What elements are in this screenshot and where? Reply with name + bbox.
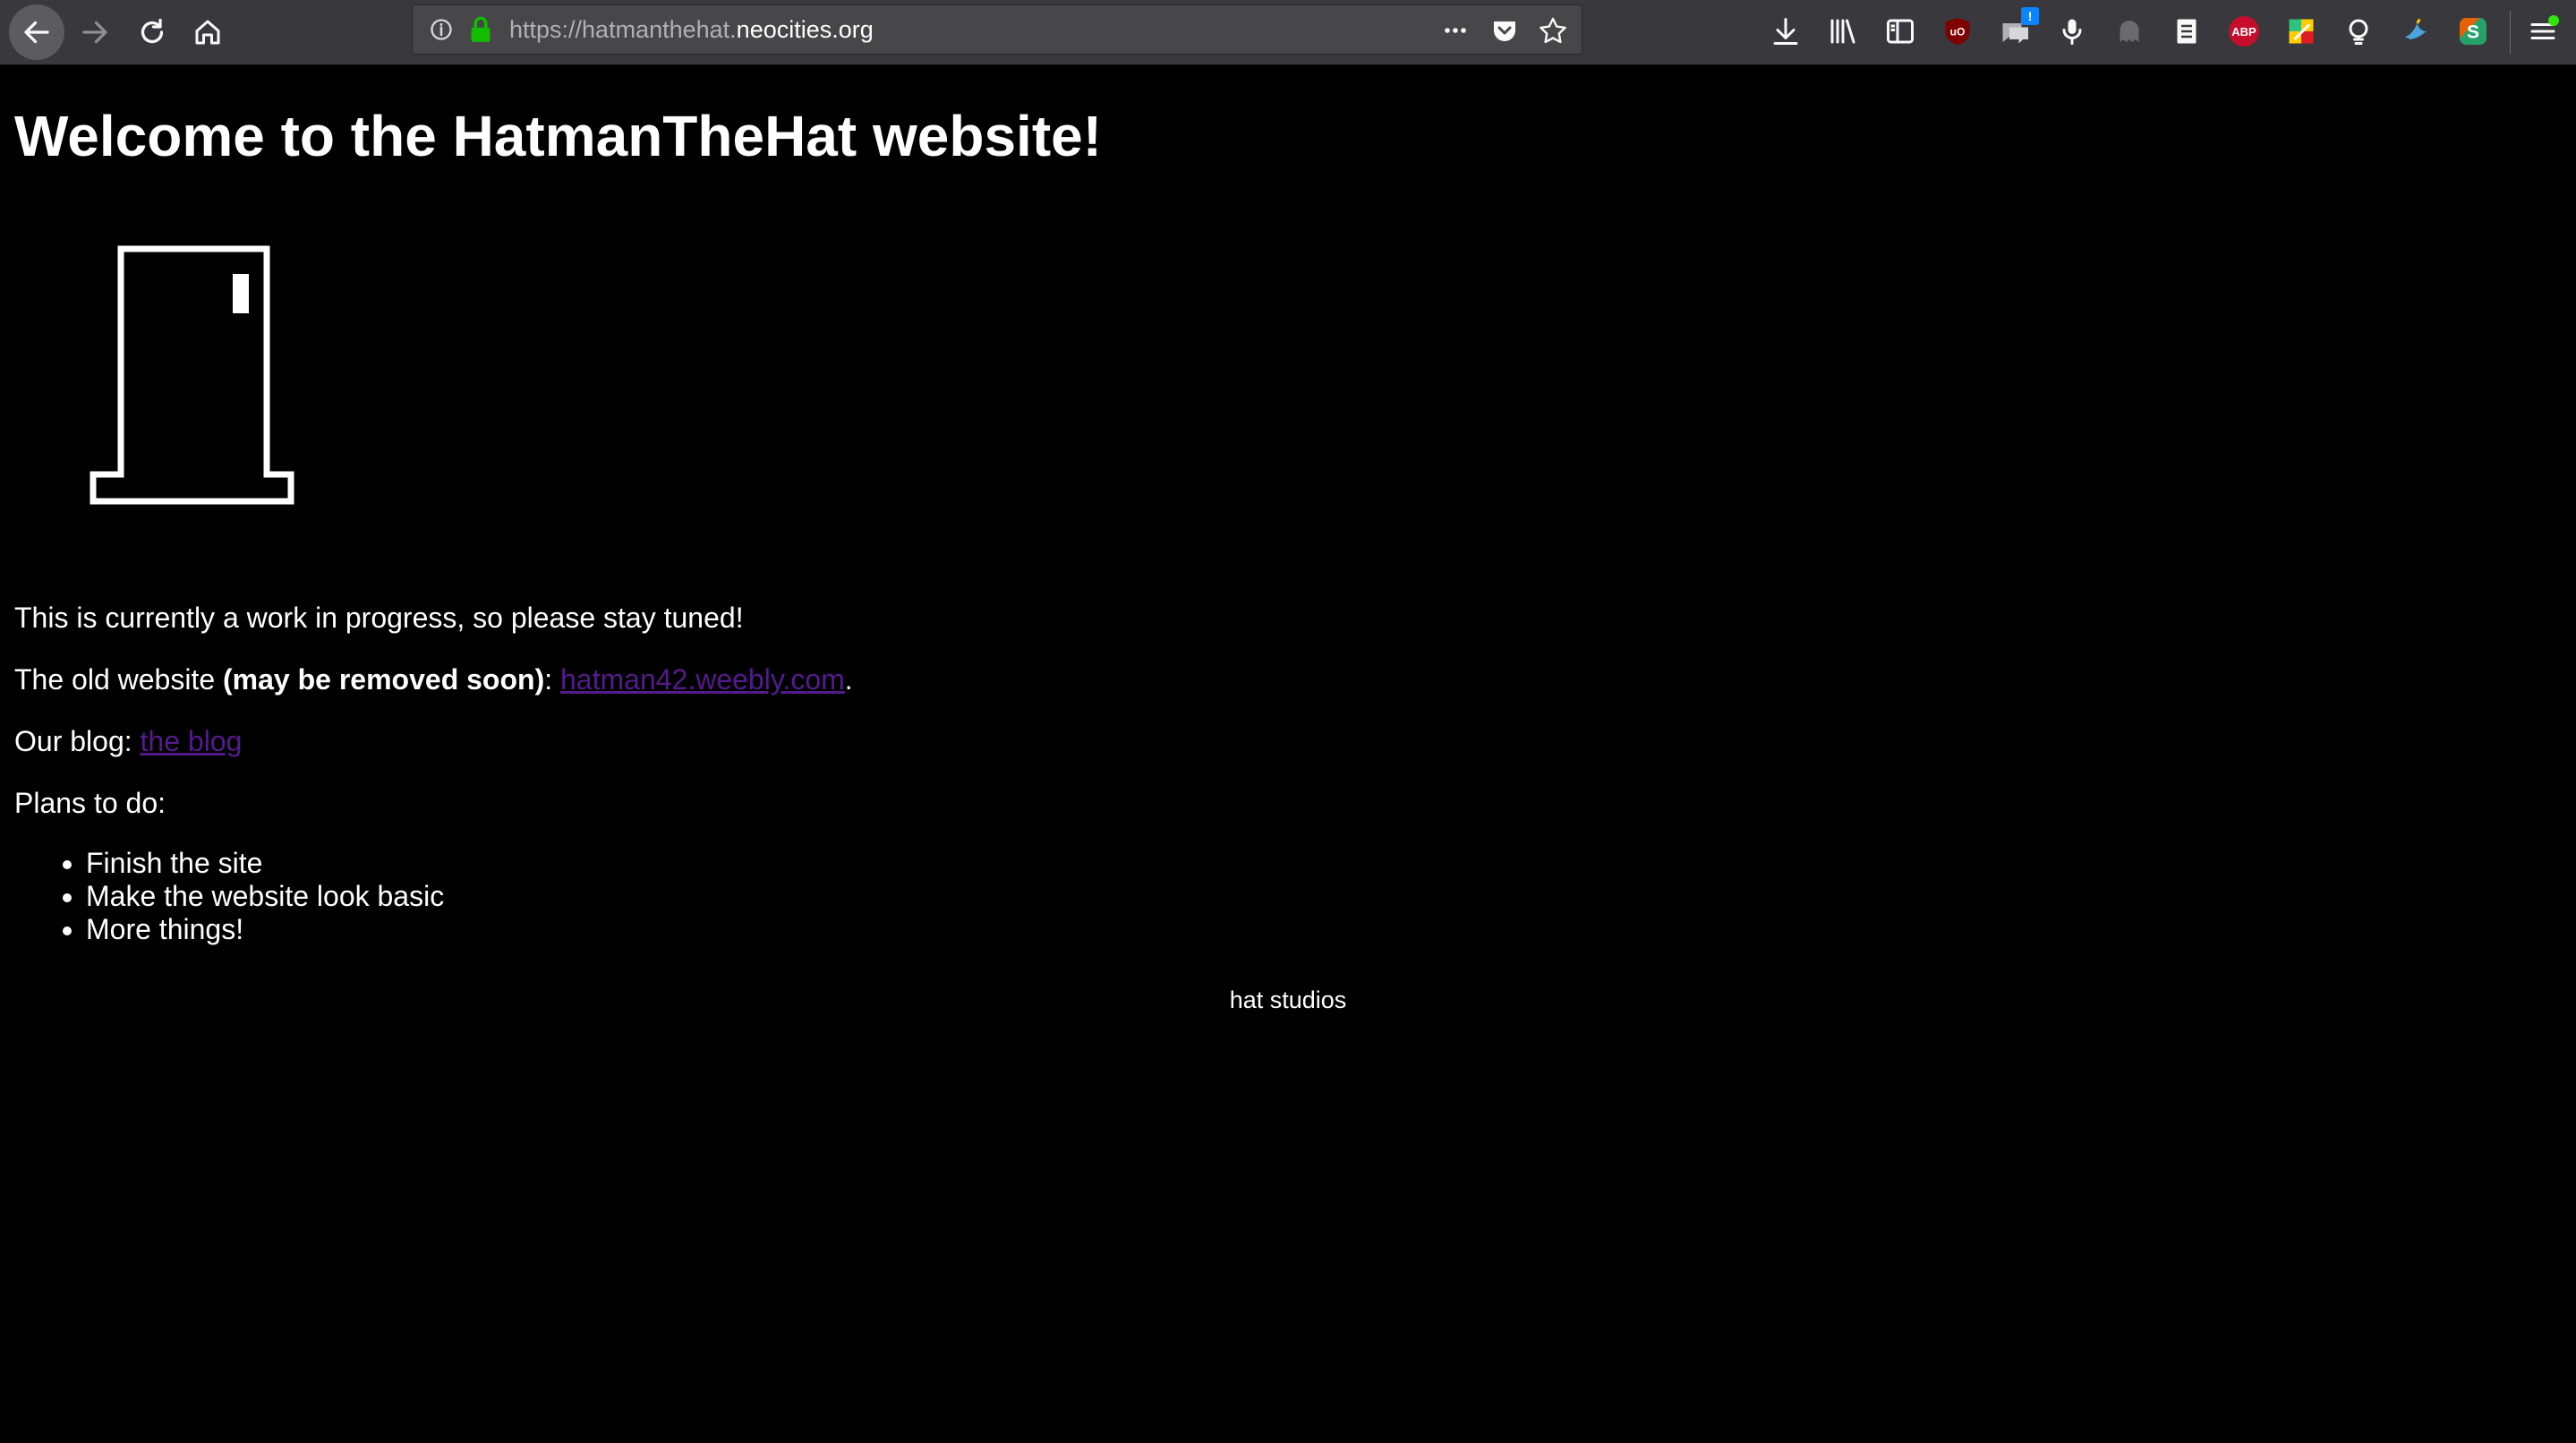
downloads-button[interactable] (1769, 14, 1803, 48)
address-bar[interactable]: https://hatmanthehat.neocities.org (412, 4, 1582, 55)
arrow-right-icon (82, 21, 107, 44)
list-item: Make the website look basic (86, 880, 444, 913)
info-icon[interactable] (429, 17, 454, 42)
old-website-link[interactable]: hatman42.weebly.com (560, 663, 845, 696)
star-icon (1540, 17, 1566, 44)
download-icon (1773, 18, 1798, 45)
plans-list: Finish the site Make the website look ba… (14, 847, 444, 946)
list-item: Finish the site (86, 847, 444, 880)
library-button[interactable] (1826, 14, 1860, 48)
blog-line: Our blog: the blog (14, 723, 242, 759)
ublock-icon: uO (1945, 18, 1970, 45)
abp-icon: ABP (2229, 16, 2259, 47)
svg-text:uO: uO (1950, 26, 1966, 38)
microphone-icon (2062, 19, 2082, 45)
browser-toolbar: https://hatmanthehat.neocities.org uO ! (0, 0, 2576, 65)
ghost-icon (2120, 21, 2139, 42)
url-text[interactable]: https://hatmanthehat.neocities.org (509, 15, 874, 44)
old-website-suffix: . (844, 663, 853, 696)
lightbulb-icon (2349, 19, 2368, 45)
svg-text:S: S (2467, 22, 2479, 43)
toolbar-separator (2510, 11, 2511, 54)
home-icon (195, 20, 220, 45)
lock-icon[interactable] (468, 16, 493, 43)
door-image (90, 245, 294, 505)
notes-extension-button[interactable] (2170, 14, 2204, 48)
back-button[interactable] (9, 4, 64, 60)
color-picker-icon (2289, 19, 2314, 44)
bookmark-star-button[interactable] (1538, 16, 1568, 45)
url-host: neocities.org (736, 16, 874, 43)
ublock-button[interactable]: uO (1941, 14, 1975, 48)
page-title: Welcome to the HatmanTheHat website! (14, 104, 1103, 168)
s-logo-icon: S (2460, 18, 2486, 45)
pocket-icon (1494, 21, 1515, 41)
arrow-left-icon (24, 21, 49, 44)
reload-icon (141, 18, 164, 44)
bird-icon (2405, 18, 2427, 39)
page-content: Welcome to the HatmanTheHat website! Thi… (0, 66, 2576, 1443)
wip-text: This is currently a work in progress, so… (14, 602, 744, 634)
reload-button[interactable] (127, 7, 177, 57)
bird-extension-button[interactable] (2399, 14, 2433, 48)
library-icon (1830, 19, 1855, 44)
tracker-extension-button[interactable] (2112, 14, 2146, 48)
home-button[interactable] (183, 7, 233, 57)
ellipsis-icon (1445, 28, 1466, 33)
plans-label: Plans to do: (14, 787, 166, 819)
lightbulb-extension-button[interactable] (2341, 14, 2376, 48)
old-website-colon: : (544, 663, 560, 696)
old-website-line: The old website (may be removed soon): h… (14, 662, 853, 697)
url-scheme: https://hatmanthehat. (509, 16, 737, 43)
footer-text: hat studios (1229, 986, 1347, 1013)
microphone-button[interactable] (2055, 14, 2089, 48)
pocket-button[interactable] (1489, 16, 1520, 45)
list-item: More things! (86, 913, 444, 946)
blog-prefix: Our blog: (14, 725, 141, 757)
menu-button[interactable] (2526, 14, 2560, 48)
notepad-icon (2177, 19, 2196, 44)
page-actions-button[interactable] (1440, 16, 1471, 45)
sidebar-icon (1887, 19, 1914, 44)
blog-link[interactable]: the blog (141, 725, 243, 757)
old-website-prefix: The old website (14, 663, 224, 696)
s-extension-button[interactable]: S (2456, 14, 2490, 48)
adblock-plus-button[interactable]: ABP (2227, 14, 2261, 48)
notification-extension-button[interactable]: ! (1998, 7, 2039, 48)
color-picker-button[interactable] (2284, 14, 2318, 48)
notification-badge: ! (2021, 7, 2039, 25)
sidebar-button[interactable] (1883, 14, 1917, 48)
forward-button[interactable] (70, 7, 120, 57)
hamburger-menu-icon (2530, 15, 2559, 39)
old-website-warning: (may be removed soon) (223, 663, 545, 696)
